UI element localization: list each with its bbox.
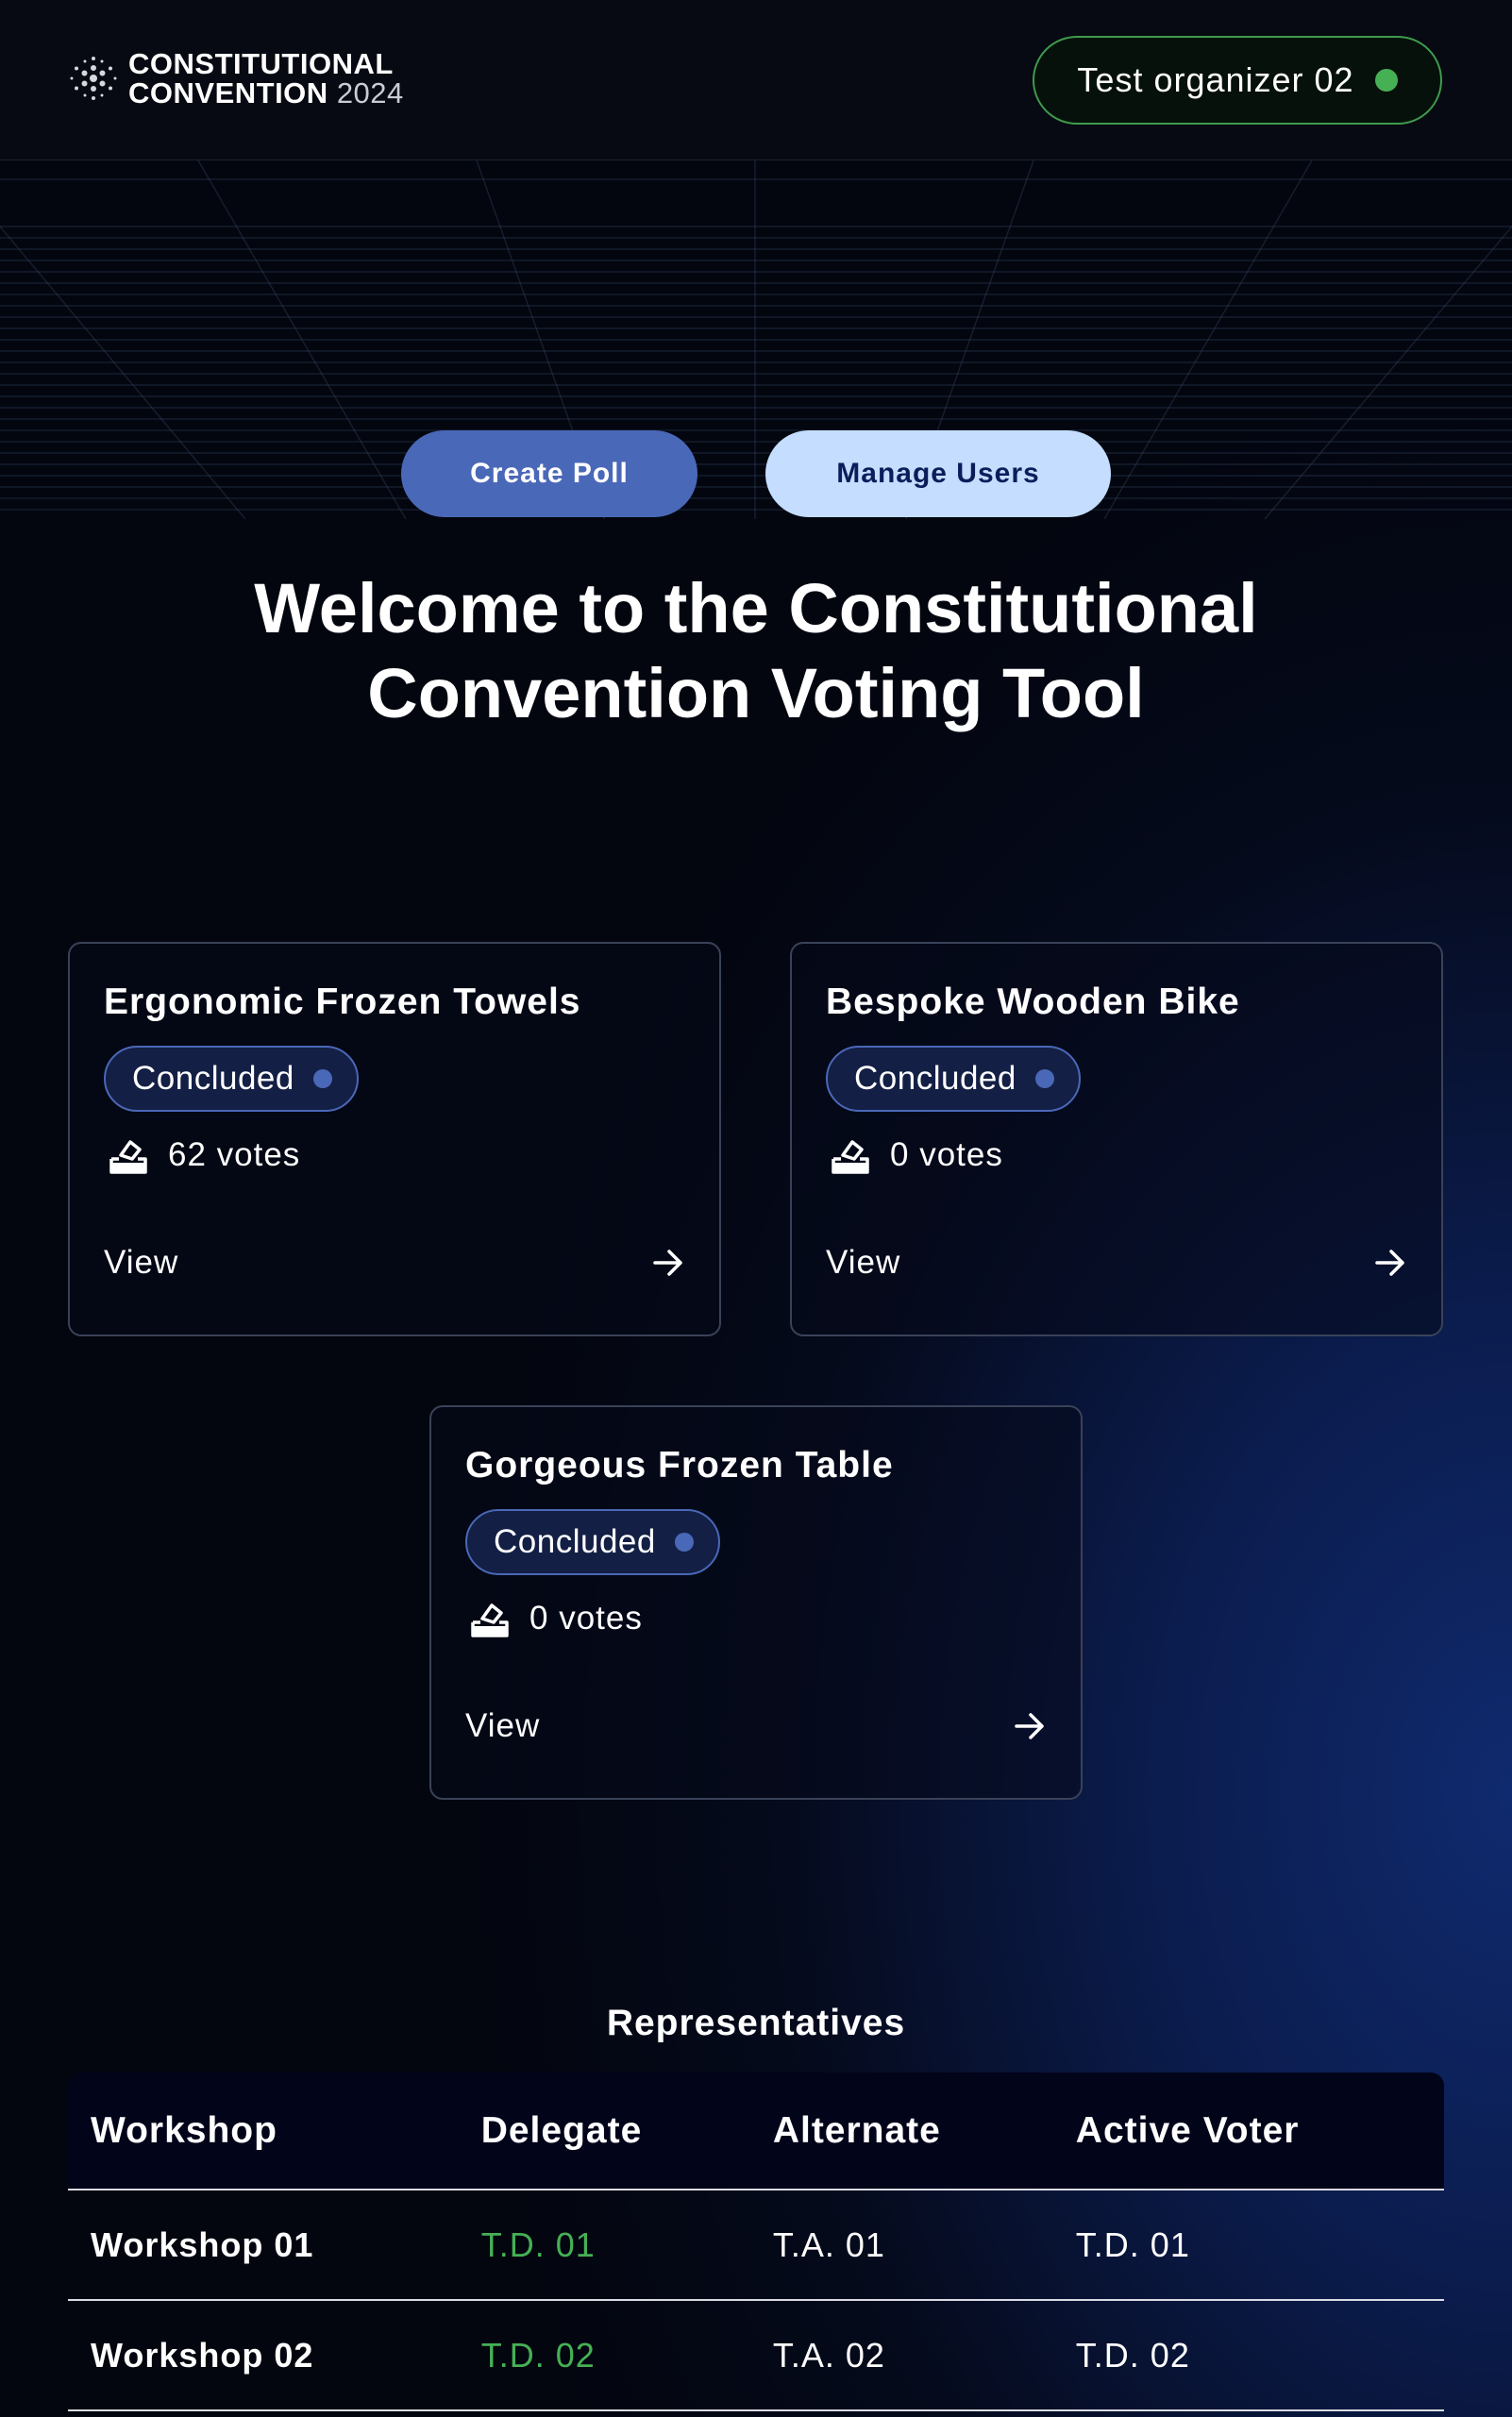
manage-users-button[interactable]: Manage Users: [765, 430, 1111, 517]
poll-title: Bespoke Wooden Bike: [826, 982, 1240, 1022]
view-poll-link[interactable]: View: [465, 1707, 1047, 1745]
ballot-box-icon: [109, 1140, 147, 1174]
vote-count: 0 votes: [830, 1134, 1003, 1176]
arrow-right-icon: [1375, 1250, 1404, 1276]
view-poll-link[interactable]: View: [104, 1244, 685, 1282]
status-badge: Concluded: [104, 1046, 359, 1112]
vote-count-label: 0 votes: [529, 1600, 643, 1637]
cardano-dots-icon: [70, 57, 117, 100]
online-status-dot: [1374, 69, 1398, 92]
view-poll-label: View: [826, 1244, 901, 1281]
user-name: Test organizer 02: [1077, 60, 1354, 99]
status-label: Concluded: [854, 1060, 1016, 1097]
alternate-cell: T.A. 02: [749, 2300, 1053, 2411]
view-poll-label: View: [465, 1707, 541, 1744]
poll-title: Ergonomic Frozen Towels: [104, 982, 581, 1022]
delegate-cell: T.D. 02: [458, 2300, 750, 2411]
column-header-workshop: Workshop: [68, 2073, 459, 2190]
representatives-table: Workshop Delegate Alternate Active Voter…: [68, 2073, 1444, 2411]
vote-count-label: 0 votes: [890, 1136, 1003, 1173]
logo-year: 2024: [336, 76, 404, 109]
page-title: Welcome to the Constitutional Convention…: [0, 566, 1512, 736]
status-badge: Concluded: [826, 1046, 1081, 1112]
vote-count: 0 votes: [469, 1598, 643, 1639]
poll-card: Ergonomic Frozen Towels Concluded 62 vot…: [68, 942, 721, 1336]
column-header-delegate: Delegate: [458, 2073, 750, 2190]
column-header-active-voter: Active Voter: [1052, 2073, 1444, 2190]
vote-count-label: 62 votes: [168, 1136, 301, 1173]
poll-title: Gorgeous Frozen Table: [465, 1445, 894, 1485]
arrow-right-icon: [653, 1250, 682, 1276]
logo-line-2: CONVENTION: [128, 76, 328, 109]
view-poll-link[interactable]: View: [826, 1244, 1407, 1282]
alternate-cell: T.A. 01: [749, 2190, 1053, 2301]
logo-line-1: CONSTITUTIONAL: [128, 47, 394, 80]
page-title-line-1: Welcome to the Constitutional: [254, 569, 1258, 647]
active-voter-cell: T.D. 01: [1052, 2190, 1444, 2301]
status-dot: [674, 1533, 694, 1552]
table-header-row: Workshop Delegate Alternate Active Voter: [68, 2073, 1444, 2190]
convention-logo[interactable]: CONSTITUTIONAL CONVENTION 2024: [68, 49, 404, 108]
ballot-box-icon: [832, 1140, 869, 1174]
active-voter-cell: T.D. 02: [1052, 2300, 1444, 2411]
table-row: Workshop 01 T.D. 01 T.A. 01 T.D. 01: [68, 2190, 1444, 2301]
status-label: Concluded: [132, 1060, 294, 1097]
status-badge: Concluded: [465, 1509, 720, 1575]
ballot-box-icon: [471, 1603, 509, 1637]
view-poll-label: View: [104, 1244, 179, 1281]
vote-count: 62 votes: [108, 1134, 300, 1176]
column-header-alternate: Alternate: [749, 2073, 1053, 2190]
create-poll-button[interactable]: Create Poll: [401, 430, 697, 517]
delegate-cell: T.D. 01: [458, 2190, 750, 2301]
representatives-heading: Representatives: [606, 2003, 906, 2043]
workshop-cell: Workshop 02: [68, 2300, 459, 2411]
status-label: Concluded: [494, 1523, 656, 1560]
poll-card: Bespoke Wooden Bike Concluded 0 votes Vi…: [790, 942, 1443, 1336]
table-row: Workshop 02 T.D. 02 T.A. 02 T.D. 02: [68, 2300, 1444, 2411]
workshop-cell: Workshop 01: [68, 2190, 459, 2301]
status-dot: [312, 1069, 332, 1088]
user-account-button[interactable]: Test organizer 02: [1033, 36, 1442, 125]
poll-card: Gorgeous Frozen Table Concluded 0 votes …: [429, 1405, 1083, 1800]
logo-wordmark: CONSTITUTIONAL CONVENTION 2024: [128, 49, 404, 108]
arrow-right-icon: [1015, 1713, 1044, 1739]
top-header: CONSTITUTIONAL CONVENTION 2024 Test orga…: [0, 0, 1512, 160]
organizer-actions: Create Poll Manage Users: [0, 430, 1512, 517]
page-title-line-2: Convention Voting Tool: [367, 654, 1145, 732]
status-dot: [1034, 1069, 1054, 1088]
